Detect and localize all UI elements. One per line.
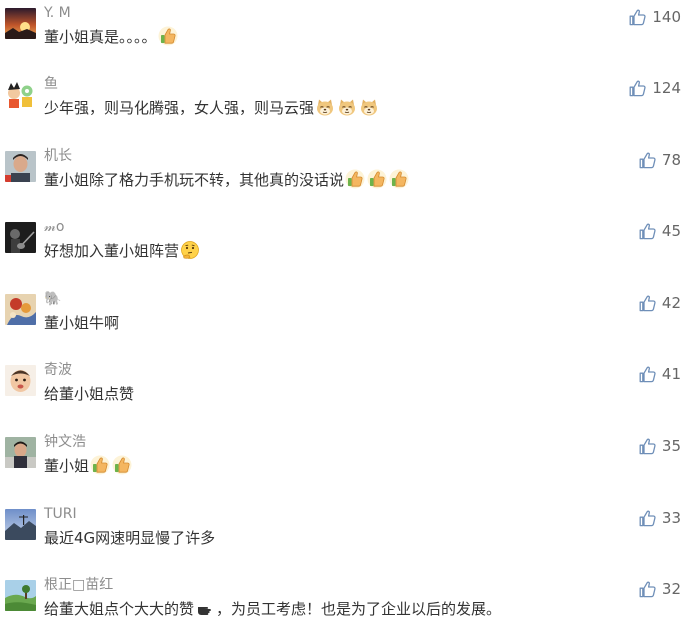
thumbs-up-emoji-icon [389, 169, 409, 189]
illustration-avatar[interactable] [5, 294, 36, 325]
comment-author[interactable]: 机长 [44, 147, 72, 165]
comment-item: TURI 最近4G网速明显慢了许多 33 [0, 505, 685, 567]
comment-text: 给董小姐点赞 [44, 383, 134, 405]
comment-text-segment: 最近4G网速明显慢了许多 [44, 529, 216, 547]
dark-guitar-avatar[interactable] [5, 222, 36, 253]
comment-text: 最近4G网速明显慢了许多 [44, 527, 215, 549]
comment-author[interactable]: 鱼 [44, 75, 58, 93]
thumbs-up-outline-icon[interactable] [639, 152, 656, 169]
like-button[interactable]: 32 [639, 579, 681, 599]
like-count: 33 [661, 509, 681, 527]
doge-emoji-icon [337, 97, 357, 117]
pointing-hand-emoji-icon [195, 598, 215, 618]
comment-item: Y. M 董小姐真是。。。。 140 [0, 4, 685, 66]
man-portrait-avatar[interactable] [5, 151, 36, 182]
thumbs-up-outline-icon[interactable] [629, 9, 646, 26]
comment-author[interactable]: 𝓂o [44, 218, 64, 236]
comment-author[interactable]: 🐘 [44, 290, 61, 308]
like-button[interactable]: 124 [629, 78, 681, 98]
comment-author[interactable]: 根正□苗红 [44, 576, 113, 594]
thumbs-up-outline-icon[interactable] [639, 366, 656, 383]
comment-text-segment: 董小姐牛啊 [44, 314, 120, 332]
thinking-face-emoji-icon [180, 240, 200, 260]
comment-text: 董小姐 [44, 455, 133, 477]
comment-text: 好想加入董小姐阵营 [44, 240, 201, 262]
comment-item: 机长董小姐除了格力手机玩不转，其他真的没话说 78 [0, 147, 685, 209]
comment-item: 𝓂o 好想加入董小姐阵营 45 [0, 218, 685, 280]
like-count: 78 [661, 151, 681, 169]
like-button[interactable]: 42 [639, 293, 681, 313]
thumbs-up-outline-icon[interactable] [639, 295, 656, 312]
child-avatar[interactable] [5, 437, 36, 468]
sunset-avatar[interactable] [5, 8, 36, 39]
comment-item: 奇波给董小姐点赞 41 [0, 361, 685, 423]
like-count: 32 [661, 580, 681, 598]
comment-author[interactable]: 奇波 [44, 361, 72, 379]
like-button[interactable]: 41 [639, 364, 681, 384]
comment-text-segment: ，为员工考虑！也是为了企业以后的发展。 [216, 600, 502, 618]
comment-text-segment: 董小姐真是。。。。 [44, 28, 157, 46]
comment-author[interactable]: 钟文浩 [44, 433, 86, 451]
thumbs-up-outline-icon[interactable] [629, 80, 646, 97]
like-button[interactable]: 35 [639, 436, 681, 456]
comment-text-segment: 给董小姐点赞 [44, 385, 135, 403]
comment-text-segment: 董小姐 [44, 457, 90, 475]
like-count: 45 [661, 222, 681, 240]
comment-text: 董小姐除了格力手机玩不转，其他真的没话说 [44, 169, 410, 191]
like-count: 124 [652, 79, 681, 97]
thumbs-up-emoji-icon [345, 169, 365, 189]
comment-item: 钟文浩董小姐 35 [0, 433, 685, 495]
cartoon-avatar[interactable] [5, 79, 36, 110]
comment-list: Y. M 董小姐真是。。。。 140 鱼少年强，则马化腾强，女人强，则马云强 124 机长… [0, 0, 685, 625]
comment-item: 根正□苗红给董大姐点个大大的赞 ，为员工考虑！也是为了企业以后的发展。 32 [0, 576, 685, 625]
thumbs-up-emoji-icon [158, 26, 178, 46]
doge-emoji-icon [315, 97, 335, 117]
like-count: 140 [652, 8, 681, 26]
thumbs-up-outline-icon[interactable] [639, 510, 656, 527]
like-button[interactable]: 45 [639, 221, 681, 241]
like-count: 35 [661, 437, 681, 455]
like-button[interactable]: 78 [639, 150, 681, 170]
comment-text-segment: 给董大姐点个大大的赞 [44, 600, 195, 618]
thumbs-up-outline-icon[interactable] [639, 581, 656, 598]
doge-emoji-icon [359, 97, 379, 117]
like-button[interactable]: 33 [639, 508, 681, 528]
like-count: 42 [661, 294, 681, 312]
like-count: 41 [661, 365, 681, 383]
thumbs-up-emoji-icon [367, 169, 387, 189]
like-button[interactable]: 140 [629, 7, 681, 27]
comment-text: 董小姐牛啊 [44, 312, 119, 334]
comment-text-segment: 少年强，则马化腾强，女人强，则马云强 [44, 99, 315, 117]
baby-avatar[interactable] [5, 365, 36, 396]
thumbs-up-outline-icon[interactable] [639, 438, 656, 455]
comment-item: 🐘 董小姐牛啊 42 [0, 290, 685, 352]
countryside-avatar[interactable] [5, 580, 36, 611]
comment-author[interactable]: TURI [44, 505, 77, 523]
comment-item: 鱼少年强，则马化腾强，女人强，则马云强 124 [0, 75, 685, 137]
thumbs-up-emoji-icon [90, 455, 110, 475]
comment-text: 少年强，则马化腾强，女人强，则马云强 [44, 97, 380, 119]
comment-text-segment: 好想加入董小姐阵营 [44, 242, 180, 260]
thumbs-up-emoji-icon [112, 455, 132, 475]
landscape-avatar[interactable] [5, 509, 36, 540]
comment-text: 给董大姐点个大大的赞 ，为员工考虑！也是为了企业以后的发展。 [44, 598, 501, 620]
comment-author[interactable]: Y. M [44, 4, 71, 22]
thumbs-up-outline-icon[interactable] [639, 223, 656, 240]
comment-text-segment: 董小姐除了格力手机玩不转，其他真的没话说 [44, 171, 345, 189]
comment-text: 董小姐真是。。。。 [44, 26, 179, 48]
